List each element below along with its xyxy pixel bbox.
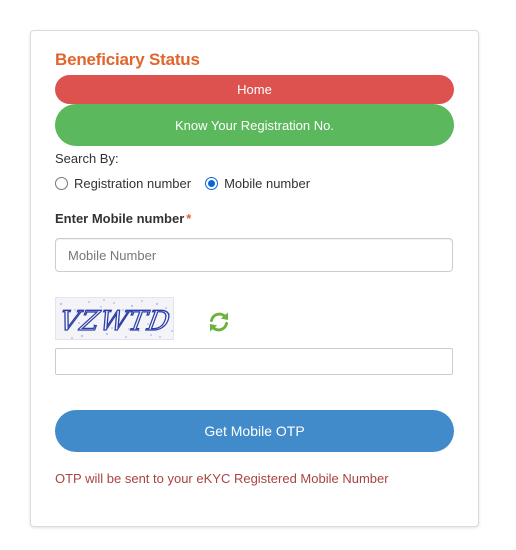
search-by-radio-group: Registration number Mobile number — [55, 176, 324, 191]
mobile-number-input[interactable] — [55, 238, 453, 272]
panel-title: Beneficiary Status — [55, 50, 200, 69]
required-marker: * — [186, 211, 192, 226]
search-by-label: Search By: — [55, 151, 119, 166]
refresh-icon[interactable] — [207, 310, 231, 334]
beneficiary-status-panel: Beneficiary Status Home Know Your Regist… — [30, 30, 479, 527]
captcha-text: VZWTD — [57, 306, 173, 337]
registration-radio[interactable] — [55, 177, 68, 190]
radio-option-mobile[interactable]: Mobile number — [205, 176, 310, 191]
refresh-captcha-icon[interactable] — [207, 310, 231, 334]
mobile-radio-label: Mobile number — [224, 176, 311, 191]
radio-option-registration[interactable]: Registration number — [55, 176, 191, 191]
captcha-input[interactable] — [55, 348, 453, 375]
captcha-graphic: VZWTD — [56, 299, 173, 339]
home-button[interactable]: Home — [55, 75, 454, 104]
mobile-number-label: Enter Mobile number * — [55, 211, 191, 226]
otp-note: OTP will be sent to your eKYC Registered… — [55, 471, 389, 486]
captcha-image: VZWTD — [55, 297, 174, 340]
registration-radio-label: Registration number — [74, 176, 192, 191]
get-mobile-otp-button[interactable]: Get Mobile OTP — [55, 410, 454, 452]
know-registration-button[interactable]: Know Your Registration No. — [55, 104, 454, 146]
mobile-radio[interactable] — [205, 177, 219, 190]
mobile-number-label-text: Enter Mobile number — [55, 211, 185, 226]
